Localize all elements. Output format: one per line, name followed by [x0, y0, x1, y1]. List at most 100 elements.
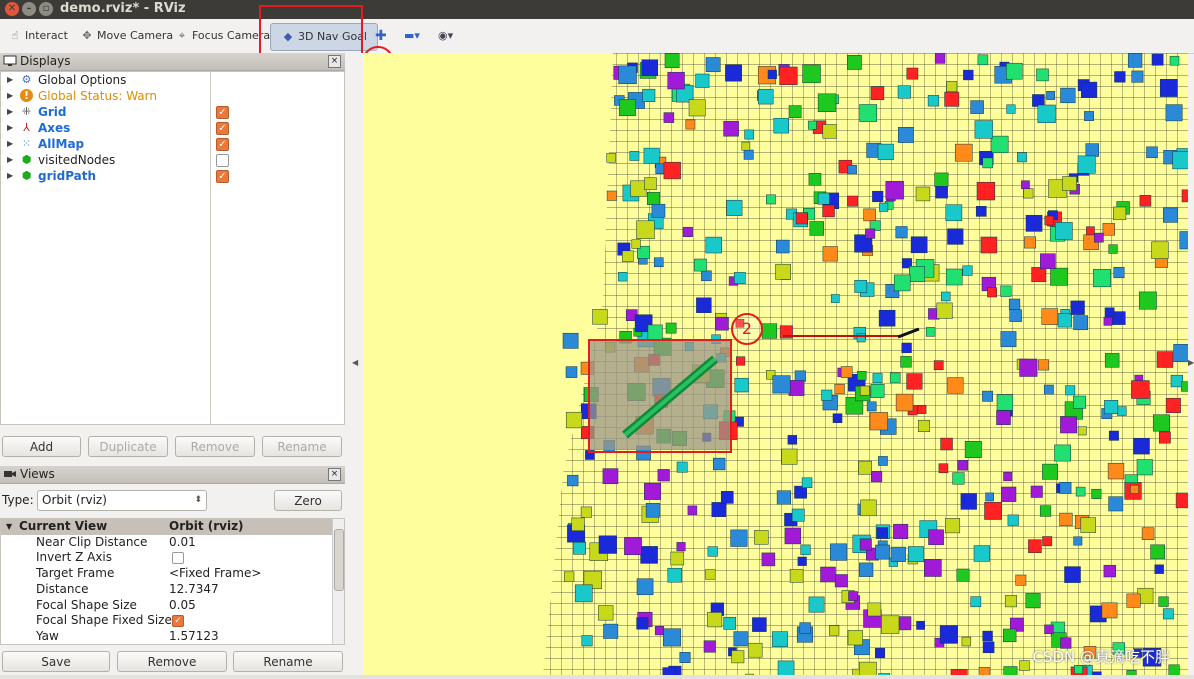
duplicate-display-button[interactable]: Duplicate	[88, 436, 168, 457]
property-value[interactable]: <Fixed Frame>	[169, 566, 261, 581]
expand-arrow-icon[interactable]: ▶	[7, 104, 13, 120]
property-row[interactable]: Focal Shape Size 0.05	[1, 598, 333, 614]
enable-checkbox[interactable]: ✓	[216, 138, 229, 151]
voxel-cube	[1042, 536, 1053, 547]
voxel-cube	[1163, 207, 1179, 223]
voxel-cube	[947, 377, 964, 394]
property-row[interactable]: Focal Shape Fixed Size ✓	[1, 613, 333, 629]
voxel-cube	[1054, 444, 1071, 462]
property-key: Yaw	[36, 628, 59, 643]
close-window-icon[interactable]: ✕	[5, 2, 19, 16]
minus-icon: ▬▾	[404, 29, 420, 42]
display-item-axes[interactable]: ▶ ⅄ Axes ✓	[1, 120, 341, 136]
voxel-cube	[1073, 536, 1083, 546]
voxel-cube	[977, 54, 989, 66]
voxel-cube	[565, 366, 578, 378]
property-value[interactable]: 1.57123	[169, 629, 219, 644]
voxel-cube	[723, 616, 737, 630]
add-tool-button[interactable]: ✚	[375, 27, 387, 47]
focal-fixed-size-checkbox[interactable]: ✓	[172, 615, 184, 628]
voxel-cube	[647, 324, 663, 340]
voxel-cube	[869, 412, 888, 431]
voxel-cube	[624, 537, 642, 556]
property-row[interactable]: Yaw 1.57123	[1, 628, 333, 644]
collapse-arrow-icon[interactable]: ▼	[6, 519, 12, 534]
voxel-cube	[1003, 628, 1017, 643]
focus-camera-tool[interactable]: ⌖ Focus Camera	[175, 27, 270, 47]
display-item-global-status[interactable]: ▶ ! Global Status: Warn	[1, 88, 341, 104]
voxel-cube	[859, 562, 874, 577]
render-viewport[interactable]: CSDN @真滴吃不胖	[363, 53, 1188, 675]
voxel-cube	[1103, 316, 1113, 326]
voxel-cube	[1181, 189, 1188, 203]
maximize-window-icon[interactable]: ▫	[39, 2, 53, 16]
view-type-select[interactable]: Orbit (rviz) ⬍	[37, 490, 207, 511]
toolbar: ☝ Interact ✥ Move Camera ⌖ Focus Camera ◆ 3D…	[0, 19, 1194, 54]
remove-display-button[interactable]: Remove	[175, 436, 255, 457]
property-row[interactable]: Near Clip Distance 0.01	[1, 535, 333, 551]
property-value[interactable]: 0.05	[169, 598, 196, 613]
display-item-visitednodes[interactable]: ▶ ⬢ visitedNodes	[1, 152, 341, 168]
remove-view-button[interactable]: Remove	[117, 651, 227, 672]
voxel-cube	[791, 508, 805, 522]
close-panel-icon[interactable]: ×	[328, 55, 341, 68]
voxel-cube	[847, 195, 859, 207]
panel-splitter[interactable]: ◀	[346, 53, 363, 679]
expand-arrow-icon[interactable]: ▶	[7, 168, 13, 184]
voxel-cube	[726, 199, 743, 216]
enable-checkbox[interactable]: ✓	[216, 170, 229, 183]
property-row[interactable]: Target Frame <Fixed Frame>	[1, 566, 333, 582]
add-display-button[interactable]: Add	[2, 436, 81, 457]
zero-button[interactable]: Zero	[274, 490, 342, 511]
expand-arrow-icon[interactable]: ▶	[7, 88, 13, 104]
expand-arrow-icon[interactable]: ▶	[7, 152, 13, 168]
properties-scrollbar[interactable]	[332, 519, 344, 644]
display-item-grid[interactable]: ▶ ⁜ Grid ✓	[1, 104, 341, 120]
scrollbar-thumb[interactable]	[334, 529, 344, 591]
voxel-cube	[820, 566, 836, 583]
expand-arrow-icon[interactable]: ▶	[7, 136, 13, 152]
display-item-global-options[interactable]: ▶ ⚙ Global Options	[1, 72, 341, 88]
save-view-button[interactable]: Save	[2, 651, 110, 672]
invert-z-checkbox[interactable]	[172, 552, 184, 565]
voxel-cube	[970, 596, 982, 608]
expand-arrow-icon[interactable]: ▶	[7, 72, 13, 88]
voxel-cube	[1085, 143, 1099, 157]
voxel-cube	[858, 460, 872, 475]
voxel-cube	[654, 626, 665, 636]
current-view-row[interactable]: ▼ Current View Orbit (rviz)	[1, 519, 333, 535]
remove-tool-button[interactable]: ▬▾	[404, 27, 420, 47]
voxel-cube	[767, 69, 777, 79]
voxel-cube	[603, 623, 619, 639]
interact-tool[interactable]: ☝ Interact	[8, 27, 68, 47]
enable-checkbox[interactable]: ✓	[216, 106, 229, 119]
voxel-cube	[1170, 374, 1183, 388]
voxel-cube	[960, 493, 977, 510]
collapse-left-icon[interactable]: ◀	[352, 358, 358, 367]
minimize-window-icon[interactable]: –	[22, 2, 36, 16]
voxel-cube	[705, 57, 721, 73]
voxel-cube	[685, 119, 696, 130]
displays-tree: ▶ ⚙ Global Options ▶ ! Global Status: Wa…	[0, 71, 345, 425]
property-value[interactable]: 0.01	[169, 535, 196, 550]
voxel-cube	[917, 405, 927, 414]
move-camera-tool[interactable]: ✥ Move Camera	[80, 27, 173, 47]
display-item-allmap[interactable]: ▶ ⁙ AllMap ✓	[1, 136, 341, 152]
view-toggle-button[interactable]: ◉▾	[438, 27, 453, 47]
close-panel-icon[interactable]: ×	[328, 468, 341, 481]
expand-arrow-icon[interactable]: ▶	[7, 120, 13, 136]
voxel-cube	[925, 327, 936, 337]
current-view-label: Current View	[19, 519, 108, 533]
property-row[interactable]: Invert Z Axis	[1, 550, 333, 566]
property-value[interactable]: 12.7347	[169, 582, 219, 597]
voxel-cube	[847, 55, 862, 70]
enable-checkbox[interactable]	[216, 154, 229, 167]
rename-display-button[interactable]: Rename	[262, 436, 342, 457]
collapse-right-icon[interactable]: ▶	[1188, 358, 1194, 367]
display-item-gridpath[interactable]: ▶ ⬢ gridPath ✓	[1, 168, 341, 184]
property-row[interactable]: Distance 12.7347	[1, 582, 333, 598]
voxel-cube	[867, 602, 882, 617]
voxel-cube	[720, 491, 734, 504]
rename-view-button[interactable]: Rename	[233, 651, 343, 672]
enable-checkbox[interactable]: ✓	[216, 122, 229, 135]
